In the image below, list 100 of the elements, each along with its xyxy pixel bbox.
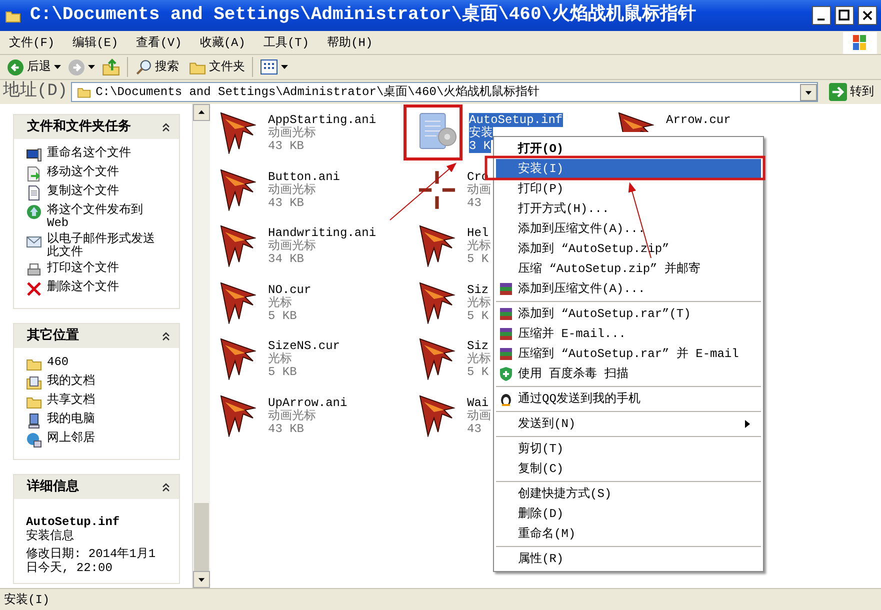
file-name[interactable]: Siz (467, 282, 489, 297)
menu-item[interactable]: 发送到(N) (496, 414, 761, 434)
file-type: 光标 (467, 296, 491, 310)
file-name[interactable]: Wai (467, 396, 489, 410)
network-icon (26, 432, 42, 448)
file-size: 43 (467, 196, 482, 210)
cursor-file-icon (220, 338, 256, 380)
task-link[interactable]: 打印这个文件 (47, 262, 119, 278)
file-size: 5 KB (268, 365, 297, 380)
menu-item[interactable]: 压缩到 “AutoSetup.rar” 并 E-mail (496, 344, 761, 364)
file-name[interactable]: Button.ani (268, 170, 340, 184)
menu-item[interactable]: 帮助(H) (318, 34, 382, 52)
folders-button[interactable]: 文件夹 (186, 58, 248, 76)
address-label: 地址(D) (2, 80, 69, 104)
menu-item[interactable]: 安装(I) (496, 159, 761, 179)
file-size: 43 KB (268, 196, 304, 210)
file-name[interactable]: Siz (467, 339, 489, 354)
file-name[interactable]: Arrow.cur (666, 113, 731, 127)
menu-item[interactable]: 打印(P) (496, 179, 761, 199)
task-link[interactable]: 将这个文件发布到 Web (47, 204, 165, 230)
minimize-icon[interactable] (812, 6, 831, 25)
computer-icon (26, 413, 42, 429)
file-name[interactable]: AppStarting.ani (268, 113, 376, 127)
file-type: 光标 (467, 352, 491, 366)
cursor-file-icon (419, 282, 455, 324)
task-link[interactable]: 网上邻居 (47, 432, 95, 448)
task-link[interactable]: 删除这个文件 (47, 281, 119, 297)
menu-item[interactable]: 添加到 “AutoSetup.rar”(T) (496, 304, 761, 324)
address-field[interactable]: C:\Documents and Settings\Administrator\桌面\460\火焰战机鼠标指针 (70, 82, 818, 102)
menu-item[interactable]: 添加到压缩文件(A)... (496, 279, 761, 299)
menu-item[interactable]: 查看(V) (127, 34, 191, 52)
menu-item[interactable]: 通过QQ发送到我的手机 (496, 389, 761, 409)
scrollbar[interactable] (192, 104, 210, 588)
collapse-chevron-icon[interactable] (161, 331, 171, 341)
panel-header[interactable]: 文件和文件夹任务 (14, 115, 179, 139)
menu-item[interactable]: 删除(D) (496, 504, 761, 524)
menu-item[interactable]: 压缩并 E-mail... (496, 324, 761, 344)
cursor-file-icon (220, 112, 256, 154)
task-link[interactable]: 我的文档 (47, 375, 95, 391)
caret-icon (54, 65, 61, 69)
go-arrow-icon (829, 83, 847, 101)
file-name[interactable]: NO.cur (268, 282, 312, 297)
stacked-books-icon (498, 346, 514, 362)
scroll-up-icon[interactable] (193, 104, 210, 121)
menu-item[interactable]: 打开方式(H)... (496, 199, 761, 219)
file-type: 安装信息 (26, 529, 75, 543)
file-name: AutoSetup.inf (26, 515, 121, 529)
go-button[interactable]: 转到 (826, 83, 877, 101)
menu-item[interactable]: 剪切(T) (496, 439, 761, 459)
file-size: 34 KB (268, 252, 304, 266)
menu-item[interactable]: 添加到压缩文件(A)... (496, 219, 761, 239)
file-name[interactable]: Handwriting.ani (268, 226, 376, 240)
menu-item[interactable]: 文件(F) (0, 34, 64, 52)
file-name[interactable]: Hel (467, 226, 489, 240)
up-arrow-folder-icon (102, 58, 120, 76)
scroll-down-icon[interactable] (193, 571, 210, 588)
file-size: 43 (467, 422, 482, 436)
panel-title: 文件和文件夹任务 (27, 118, 131, 136)
task-link[interactable]: 以电子邮件形式发送此文件 (47, 233, 165, 259)
menu-item[interactable]: 创建快捷方式(S) (496, 484, 761, 504)
cursor-file-icon (220, 394, 256, 437)
cursor-file-icon (419, 338, 455, 380)
menu-item[interactable]: 压缩 “AutoSetup.zip” 并邮寄 (496, 259, 761, 279)
file-name[interactable]: SizeNS.cur (268, 339, 340, 354)
task-link[interactable]: 共享文档 (47, 394, 95, 410)
printer-icon (26, 262, 42, 278)
file-name[interactable]: UpArrow.ani (268, 396, 348, 410)
file-type: 动画 (467, 182, 491, 197)
panel-header[interactable]: 详细信息 (14, 475, 179, 499)
file-size: 5 K (467, 308, 489, 323)
document-icon (26, 185, 42, 201)
collapse-chevron-icon[interactable] (161, 122, 171, 132)
task-link[interactable]: 移动这个文件 (47, 166, 119, 182)
back-button[interactable]: 后退 (4, 58, 54, 76)
panel-header[interactable]: 其它位置 (14, 324, 179, 348)
scrollbar-thumb[interactable] (194, 502, 209, 571)
menu-item[interactable]: 工具(T) (254, 34, 318, 52)
search-button[interactable]: 搜索 (132, 58, 182, 76)
menu-item[interactable]: 使用 百度杀毒 扫描 (496, 364, 761, 384)
task-link[interactable]: 重命名这个文件 (47, 147, 131, 163)
menu-item[interactable]: 复制(C) (496, 459, 761, 479)
task-link[interactable]: 460 (47, 356, 69, 372)
maximize-icon[interactable] (835, 6, 854, 25)
menu-item[interactable]: 属性(R) (496, 549, 761, 569)
close-icon[interactable] (858, 6, 877, 25)
monitor-icon (26, 147, 42, 163)
caret-icon (281, 65, 288, 69)
menu-item[interactable]: 打开(O) (496, 139, 761, 159)
file-type: 动画光标 (268, 239, 316, 254)
task-link[interactable]: 复制这个文件 (47, 185, 119, 201)
menu-item[interactable]: 收藏(A) (190, 34, 254, 52)
file-name[interactable]: AutoSetup.inf (469, 113, 563, 127)
collapse-chevron-icon[interactable] (161, 482, 171, 492)
menu-item[interactable]: 编辑(E) (64, 34, 128, 52)
file-type: 动画 (467, 408, 491, 423)
menu-item[interactable]: 重命名(M) (496, 524, 761, 544)
task-link[interactable]: 我的电脑 (47, 413, 95, 429)
folder-document-icon (26, 375, 42, 391)
cursor-file-icon (419, 225, 455, 268)
modified-date: 修改日期: 2014年1月1日今天, 22:00 (26, 547, 157, 575)
